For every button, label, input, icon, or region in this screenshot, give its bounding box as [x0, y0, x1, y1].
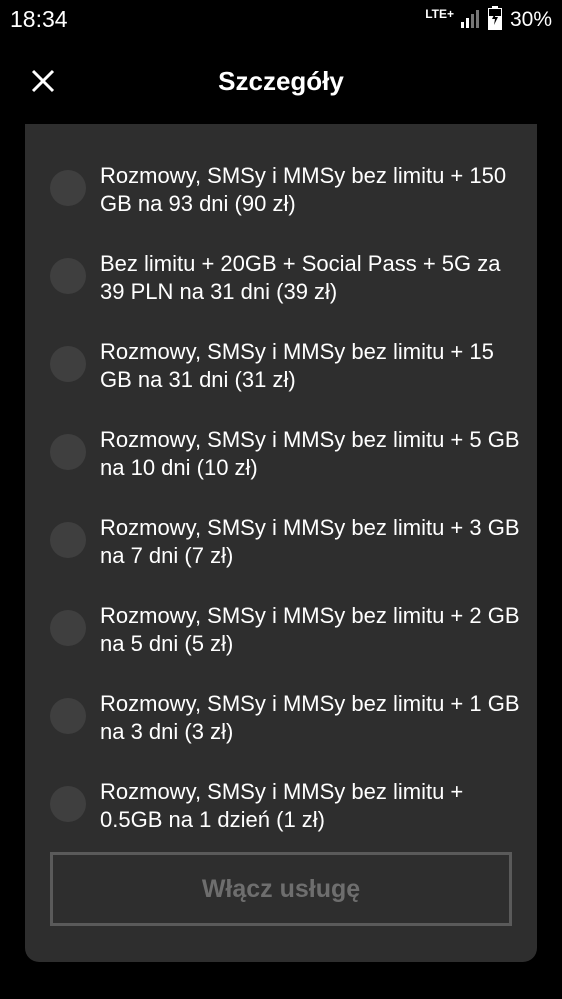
radio-button[interactable]	[50, 610, 86, 646]
option-item[interactable]: Rozmowy, SMSy i MMSy bez limitu + 0.5GB …	[25, 760, 537, 840]
radio-button[interactable]	[50, 170, 86, 206]
activate-service-button[interactable]: Włącz usługę	[50, 852, 512, 926]
signal-icon	[460, 7, 482, 34]
option-item[interactable]: Rozmowy, SMSy i MMSy bez limitu + 15 GB …	[25, 320, 537, 400]
option-label: Rozmowy, SMSy i MMSy bez limitu + 1 GB n…	[100, 691, 520, 744]
option-item[interactable]: Rozmowy, SMSy i MMSy bez limitu + 1 GB n…	[25, 672, 537, 752]
option-label: Bez limitu + 20GB + Social Pass + 5G za …	[100, 251, 501, 304]
option-item[interactable]: Bez limitu + 20GB + Social Pass + 5G za …	[25, 232, 537, 312]
option-label: Rozmowy, SMSy i MMSy bez limitu + 5 GB n…	[100, 427, 520, 480]
header: Szczegóły	[0, 56, 562, 108]
option-label: Rozmowy, SMSy i MMSy bez limitu + 2 GB n…	[100, 603, 520, 656]
option-label: Rozmowy, SMSy i MMSy bez limitu + 150 GB…	[100, 163, 507, 216]
radio-button[interactable]	[50, 346, 86, 382]
status-icons: LTE+ 30%	[425, 5, 552, 35]
radio-button[interactable]	[50, 786, 86, 822]
page-title: Szczegóły	[218, 66, 344, 96]
options-card: Rozmowy, SMSy i MMSy bez limitu + 150 GB…	[25, 124, 537, 962]
network-type-label: LTE+	[425, 7, 454, 21]
radio-button[interactable]	[50, 698, 86, 734]
option-label: Rozmowy, SMSy i MMSy bez limitu + 0.5GB …	[100, 779, 464, 832]
option-item[interactable]: Rozmowy, SMSy i MMSy bez limitu + 3 GB n…	[25, 496, 537, 576]
status-bar: 18:34 LTE+ 30%	[0, 0, 562, 40]
battery-icon	[487, 5, 502, 35]
radio-button[interactable]	[50, 434, 86, 470]
option-item[interactable]: Rozmowy, SMSy i MMSy bez limitu + 5 GB n…	[25, 408, 537, 488]
battery-percentage: 30%	[509, 8, 552, 31]
option-label: Rozmowy, SMSy i MMSy bez limitu + 3 GB n…	[100, 515, 520, 568]
status-time: 18:34	[10, 6, 68, 32]
radio-button[interactable]	[50, 522, 86, 558]
radio-button[interactable]	[50, 258, 86, 294]
option-item[interactable]: Rozmowy, SMSy i MMSy bez limitu + 2 GB n…	[25, 584, 537, 664]
option-item[interactable]: Rozmowy, SMSy i MMSy bez limitu + 150 GB…	[25, 144, 537, 224]
option-label: Rozmowy, SMSy i MMSy bez limitu + 15 GB …	[100, 339, 494, 392]
